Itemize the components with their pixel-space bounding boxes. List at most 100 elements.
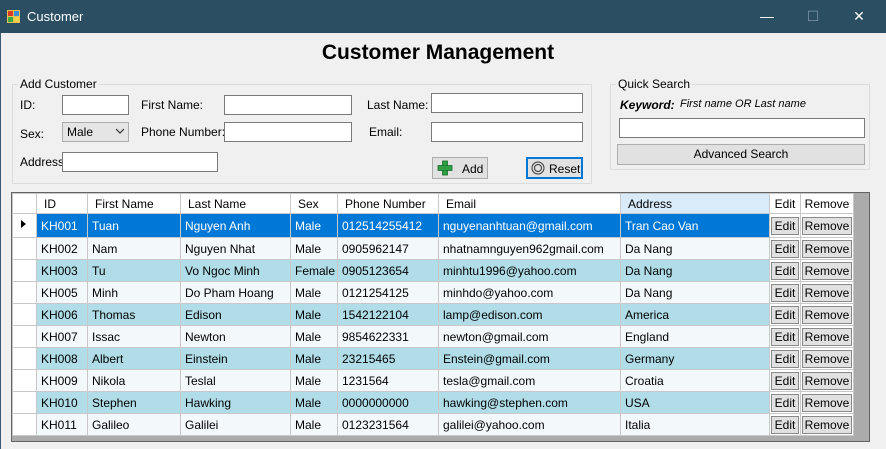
row-header[interactable]: [12, 259, 37, 282]
address-input[interactable]: [62, 152, 218, 172]
cell-last-name[interactable]: Vo Ngoc Minh: [180, 259, 291, 282]
cell-address[interactable]: Germany: [620, 347, 770, 370]
remove-button[interactable]: Remove: [802, 216, 852, 235]
cell-email[interactable]: nhatnamnguyen962gmail.com: [438, 237, 621, 260]
row-header[interactable]: [12, 237, 37, 260]
cell-phone[interactable]: 9854622331: [337, 325, 439, 348]
cell-last-name[interactable]: Nguyen Nhat: [180, 237, 291, 260]
table-row[interactable]: KH002 Nam Nguyen Nhat Male 0905962147 nhatnam…: [12, 237, 854, 260]
edit-button[interactable]: Edit: [771, 393, 799, 412]
cell-email[interactable]: nguyenanhtuan@gmail.com: [438, 213, 621, 238]
cell-phone[interactable]: 1231564: [337, 369, 439, 392]
cell-phone[interactable]: 0905123654: [337, 259, 439, 282]
cell-last-name[interactable]: Teslal: [180, 369, 291, 392]
first-name-input[interactable]: [224, 95, 352, 115]
cell-id[interactable]: KH007: [36, 325, 88, 348]
cell-address[interactable]: Da Nang: [620, 259, 770, 282]
cell-phone[interactable]: 0905962147: [337, 237, 439, 260]
table-row[interactable]: KH006 Thomas Edison Male 1542122104 lamp@edis…: [12, 303, 854, 326]
cell-address[interactable]: America: [620, 303, 770, 326]
remove-button[interactable]: Remove: [802, 415, 852, 434]
cell-id[interactable]: KH005: [36, 281, 88, 304]
column-header-email[interactable]: Email: [438, 193, 621, 214]
cell-first-name[interactable]: Thomas: [87, 303, 181, 326]
edit-button[interactable]: Edit: [771, 261, 799, 280]
remove-button[interactable]: Remove: [802, 327, 852, 346]
add-button[interactable]: Add: [432, 157, 488, 179]
cell-first-name[interactable]: Nam: [87, 237, 181, 260]
edit-button[interactable]: Edit: [771, 283, 799, 302]
table-row[interactable]: KH009 Nikola Teslal Male 1231564 tesla@gmail.…: [12, 369, 854, 392]
customer-grid[interactable]: ID First Name Last Name Sex Phone Number…: [11, 192, 870, 442]
minimize-button[interactable]: —: [744, 0, 790, 33]
cell-sex[interactable]: Male: [290, 347, 338, 370]
remove-button[interactable]: Remove: [802, 283, 852, 302]
cell-email[interactable]: lamp@edison.com: [438, 303, 621, 326]
cell-phone[interactable]: 23215465: [337, 347, 439, 370]
table-row[interactable]: KH008 Albert Einstein Male 23215465 Enstein@g…: [12, 347, 854, 370]
cell-address[interactable]: Tran Cao Van: [620, 213, 770, 238]
id-input[interactable]: [62, 95, 129, 115]
cell-id[interactable]: KH010: [36, 391, 88, 414]
cell-phone[interactable]: 1542122104: [337, 303, 439, 326]
table-row[interactable]: KH005 Minh Do Pham Hoang Male 0121254125 minh…: [12, 281, 854, 304]
cell-id[interactable]: KH006: [36, 303, 88, 326]
edit-button[interactable]: Edit: [771, 216, 799, 235]
advanced-search-button[interactable]: Advanced Search: [617, 144, 865, 165]
sex-select[interactable]: Male: [62, 122, 129, 142]
cell-address[interactable]: Da Nang: [620, 281, 770, 304]
cell-id[interactable]: KH001: [36, 213, 88, 238]
row-header[interactable]: [12, 347, 37, 370]
cell-sex[interactable]: Male: [290, 325, 338, 348]
cell-phone[interactable]: 0121254125: [337, 281, 439, 304]
cell-email[interactable]: minhdo@yahoo.com: [438, 281, 621, 304]
cell-email[interactable]: minhtu1996@yahoo.com: [438, 259, 621, 282]
cell-sex[interactable]: Male: [290, 369, 338, 392]
table-row[interactable]: KH011 Galileo Galilei Male 0123231564 galilei…: [12, 413, 854, 436]
cell-address[interactable]: USA: [620, 391, 770, 414]
cell-first-name[interactable]: Nikola: [87, 369, 181, 392]
edit-button[interactable]: Edit: [771, 305, 799, 324]
cell-first-name[interactable]: Tu: [87, 259, 181, 282]
edit-button[interactable]: Edit: [771, 349, 799, 368]
column-header-remove[interactable]: Remove: [800, 193, 854, 214]
edit-button[interactable]: Edit: [771, 415, 799, 434]
table-row[interactable]: KH007 Issac Newton Male 9854622331 newton@gma…: [12, 325, 854, 348]
cell-last-name[interactable]: Edison: [180, 303, 291, 326]
cell-first-name[interactable]: Issac: [87, 325, 181, 348]
cell-email[interactable]: newton@gmail.com: [438, 325, 621, 348]
cell-last-name[interactable]: Newton: [180, 325, 291, 348]
row-header[interactable]: [12, 413, 37, 436]
cell-email[interactable]: Enstein@gmail.com: [438, 347, 621, 370]
cell-last-name[interactable]: Hawking: [180, 391, 291, 414]
cell-last-name[interactable]: Galilei: [180, 413, 291, 436]
remove-button[interactable]: Remove: [802, 371, 852, 390]
maximize-button[interactable]: ☐: [790, 0, 836, 33]
cell-email[interactable]: hawking@stephen.com: [438, 391, 621, 414]
cell-sex[interactable]: Male: [290, 303, 338, 326]
column-header-id[interactable]: ID: [36, 193, 88, 214]
row-header[interactable]: [12, 369, 37, 392]
close-button[interactable]: ✕: [836, 0, 882, 33]
phone-input[interactable]: [224, 122, 352, 142]
reset-button[interactable]: Reset: [526, 157, 583, 179]
cell-sex[interactable]: Male: [290, 391, 338, 414]
cell-id[interactable]: KH009: [36, 369, 88, 392]
cell-phone[interactable]: 0000000000: [337, 391, 439, 414]
remove-button[interactable]: Remove: [802, 349, 852, 368]
cell-first-name[interactable]: Galileo: [87, 413, 181, 436]
cell-phone[interactable]: 0123231564: [337, 413, 439, 436]
cell-email[interactable]: galilei@yahoo.com: [438, 413, 621, 436]
remove-button[interactable]: Remove: [802, 239, 852, 258]
table-row[interactable]: KH001 Tuan Nguyen Anh Male 012514255412 nguye…: [12, 213, 854, 238]
cell-address[interactable]: Croatia: [620, 369, 770, 392]
cell-id[interactable]: KH003: [36, 259, 88, 282]
edit-button[interactable]: Edit: [771, 327, 799, 346]
column-header-sex[interactable]: Sex: [290, 193, 338, 214]
cell-first-name[interactable]: Albert: [87, 347, 181, 370]
cell-sex[interactable]: Male: [290, 281, 338, 304]
last-name-input[interactable]: [431, 93, 583, 113]
cell-id[interactable]: KH011: [36, 413, 88, 436]
cell-address[interactable]: Da Nang: [620, 237, 770, 260]
row-header[interactable]: [12, 325, 37, 348]
